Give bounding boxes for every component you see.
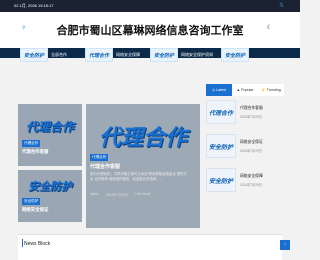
post-date: 2024年7月29日 — [240, 115, 262, 119]
fire-icon: ▲ — [236, 88, 241, 92]
slider-label[interactable]: 网络安全保护须知 — [181, 52, 213, 58]
top-bar: 02 1月, 2026 19:15:17 𝕏 — [0, 0, 300, 12]
post-image: 代理合作 — [25, 119, 74, 134]
slider-label[interactable]: 全部合作 — [51, 52, 67, 58]
arrow-up-icon: ↑ — [283, 242, 287, 248]
post-author[interactable]: admin — [90, 192, 99, 196]
post-title[interactable]: 网络安全保证 — [240, 140, 263, 145]
post-tabs: ◷ Latest ▲ Popular ⚡ Trending — [206, 84, 284, 96]
post-thumb: 安全防护 — [206, 168, 236, 192]
post-thumb: 代理合作 — [206, 100, 236, 124]
post-title[interactable]: 网络安全保证 — [22, 207, 48, 213]
clock-icon: ◷ — [212, 88, 216, 92]
tab-popular[interactable]: ▲ Popular — [232, 84, 258, 96]
side-list-item[interactable]: 安全防护 网络安全保证 2024年7月29日 — [206, 134, 284, 158]
post-card[interactable]: 代理合作 代理合作 代理合作客服 — [18, 104, 82, 166]
category-badge[interactable]: 代理合作 — [90, 154, 109, 161]
slider-thumb: 代理合作 — [85, 48, 113, 62]
slider-thumb: 安全防护 — [20, 48, 48, 62]
read-time: 1 Min Read — [134, 192, 151, 196]
category-badge[interactable]: 安全防护 — [22, 198, 41, 205]
tab-trending[interactable]: ⚡ Trending — [258, 84, 284, 96]
side-list-item[interactable]: 代理合作 代理合作客服 2024年7月29日 — [206, 100, 284, 124]
post-title[interactable]: 网络安全保障 — [240, 174, 263, 179]
side-list-item[interactable]: 安全防护 网络安全保障 2024年7月29日 — [206, 168, 284, 192]
tab-label: Popular — [241, 88, 254, 92]
post-date: 2024年7月29日 — [240, 183, 262, 187]
slider-item[interactable]: 安全防护 — [219, 42, 280, 68]
scroll-top-button[interactable]: ↑ — [280, 240, 290, 250]
post-thumb: 安全防护 — [206, 134, 236, 158]
slider-thumb: 安全防护 — [221, 48, 249, 62]
section-marker — [22, 239, 23, 247]
tab-label: Latest — [216, 88, 226, 92]
featured-post[interactable]: 代理合作 代理合作 代理合作客服 成为代理商的，寻求拿取订单可与本站 联系获取返… — [86, 104, 200, 228]
slider-thumb: 安全防护 — [150, 48, 178, 62]
news-block: News Block — [18, 234, 282, 260]
site-title[interactable]: 合肥市蜀山区幕琳网络信息咨询工作室 — [0, 22, 300, 38]
twitter-icon[interactable]: 𝕏 — [279, 2, 284, 9]
section-title: News Block — [24, 241, 51, 247]
post-excerpt: 成为代理商的，寻求拿取订单可与本站 联系获取返佣返点 提供平台 合作推荐 网络维… — [90, 172, 187, 181]
post-title[interactable]: 代理合作客服 — [240, 106, 263, 111]
tab-latest[interactable]: ◷ Latest — [206, 84, 232, 96]
post-title[interactable]: 代理合作客服 — [22, 149, 48, 155]
post-date: 2024年7月29日 — [240, 149, 262, 153]
trend-icon: ⚡ — [261, 88, 266, 92]
post-slider: 安全防护 全部合作 代理合作 网络安全保障 安全防护 网络安全保护须知 安全防护 — [18, 42, 280, 68]
post-image: 代理合作 — [98, 125, 187, 150]
post-date: 2024年7月29日 — [106, 193, 128, 197]
slider-item[interactable]: 代理合作 网络安全保障 — [83, 42, 144, 68]
post-image: 安全防护 — [28, 181, 72, 193]
current-date: 02 1月, 2026 19:15:17 — [14, 3, 54, 8]
category-badge[interactable]: 代理合作 — [22, 140, 41, 147]
slider-label[interactable]: 网络安全保障 — [116, 52, 140, 58]
post-title[interactable]: 代理合作客服 — [90, 163, 120, 170]
dark-mode-toggle-icon[interactable]: ☾ — [267, 24, 272, 31]
slider-item[interactable]: 安全防护 网络安全保护须知 — [148, 42, 215, 68]
tab-label: Trending — [266, 88, 281, 92]
slider-item[interactable]: 安全防护 全部合作 — [18, 42, 79, 68]
post-card[interactable]: 安全防护 安全防护 网络安全保证 — [18, 170, 82, 222]
